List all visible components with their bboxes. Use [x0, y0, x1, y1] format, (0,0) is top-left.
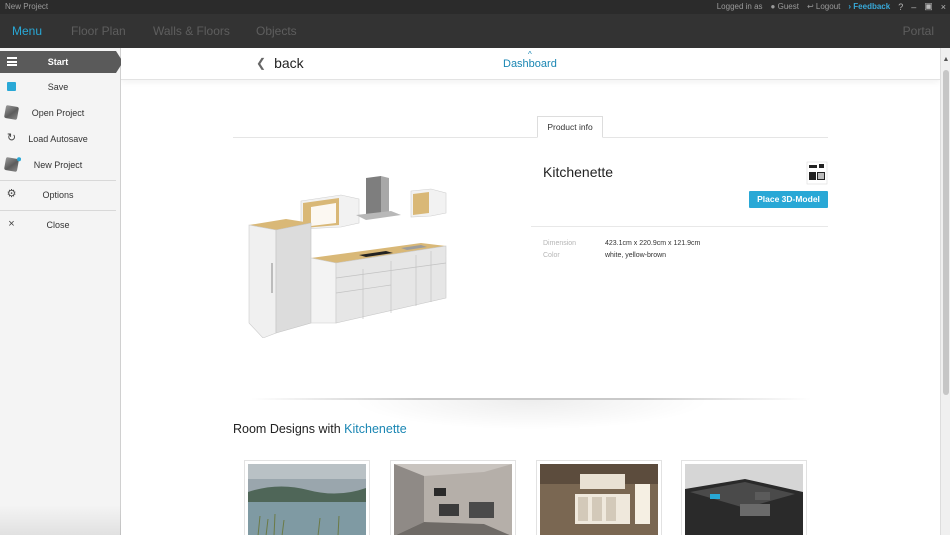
- room-design-thumbnail[interactable]: [390, 460, 516, 535]
- view-mode-icon[interactable]: [806, 161, 828, 185]
- kitchen-render-image: [540, 464, 658, 535]
- top-nav: Menu Floor Plan Walls & Floors Objects P…: [0, 14, 950, 48]
- sidebar-item-load-autosave[interactable]: ↻ Load Autosave: [0, 128, 116, 150]
- room-render-image: [394, 464, 512, 535]
- spec-label-dimension: Dimension: [543, 240, 577, 247]
- chevron-left-icon: ❮: [256, 56, 267, 70]
- logout-icon: ↩: [806, 2, 814, 11]
- logout-link[interactable]: ↩ Logout: [807, 2, 840, 11]
- sidebar-item-label: Options: [42, 190, 74, 200]
- sidebar-item-options[interactable]: ⚙ Options: [0, 184, 116, 206]
- scrollbar-thumb[interactable]: [943, 70, 949, 395]
- content-header: ❮ back ^ Dashboard: [121, 48, 940, 80]
- vertical-scrollbar[interactable]: ▲: [940, 48, 950, 535]
- sidebar-start-label: Start: [47, 57, 69, 67]
- sidebar-item-close[interactable]: × Close: [0, 214, 116, 236]
- user-account[interactable]: ● Guest: [771, 2, 799, 11]
- tab-product-info[interactable]: Product info: [537, 116, 603, 138]
- help-button[interactable]: ?: [898, 2, 903, 12]
- tab-walls-floors[interactable]: Walls & Floors: [153, 24, 230, 38]
- title-bar: New Project Logged in as ● Guest ↩ Logou…: [0, 0, 950, 14]
- sidebar-item-save[interactable]: Save: [0, 76, 116, 98]
- dashboard-link[interactable]: ^ Dashboard: [503, 50, 557, 70]
- sidebar: Start Save Open Project ↻ Load Autosave …: [0, 48, 123, 535]
- chevron-up-icon: ^: [528, 50, 532, 59]
- sidebar-item-label: New Project: [33, 160, 83, 170]
- tab-menu[interactable]: Menu: [12, 24, 42, 38]
- tab-underline: [233, 137, 828, 138]
- product-image: [248, 176, 447, 338]
- spec-label-color: Color: [543, 252, 560, 259]
- chevron-right-icon: ›: [848, 2, 852, 11]
- sidebar-divider: [0, 210, 116, 211]
- tab-floor-plan[interactable]: Floor Plan: [71, 24, 126, 38]
- minimize-button[interactable]: –: [911, 2, 916, 12]
- app-title: New Project: [5, 2, 49, 11]
- room-design-thumbnail[interactable]: [244, 460, 370, 535]
- back-button[interactable]: ❮ back: [256, 55, 304, 71]
- room-designs-heading: Room Designs with Kitchenette: [233, 422, 407, 436]
- title-bar-controls: Logged in as ● Guest ↩ Logout › Feedback…: [717, 1, 946, 12]
- spec-value-dimension: 423.1cm x 220.9cm x 121.9cm: [605, 240, 701, 247]
- sidebar-item-label: Close: [46, 220, 70, 230]
- window-close-button[interactable]: ×: [941, 2, 946, 12]
- sidebar-item-open-project[interactable]: Open Project: [0, 102, 116, 124]
- sidebar-start[interactable]: Start: [0, 51, 123, 73]
- tab-objects[interactable]: Objects: [256, 24, 297, 38]
- room-design-thumbnail[interactable]: [536, 460, 662, 535]
- user-name: Guest: [777, 2, 799, 11]
- sidebar-shade: [0, 505, 121, 535]
- scroll-up-icon[interactable]: ▲: [942, 56, 950, 63]
- lake-landscape-image: [248, 464, 366, 535]
- dashboard-label: Dashboard: [503, 58, 557, 70]
- feedback-label: Feedback: [853, 2, 891, 11]
- product-name: Kitchenette: [543, 164, 614, 180]
- main-content: ❮ back ^ Dashboard Product info Kitchene…: [121, 48, 940, 535]
- sidebar-item-label: Load Autosave: [28, 134, 88, 144]
- info-divider: [531, 226, 828, 227]
- restore-button[interactable]: ▣: [924, 1, 933, 12]
- feedback-link[interactable]: › Feedback: [848, 2, 890, 11]
- logout-label: Logout: [815, 2, 841, 11]
- room-design-thumbnail[interactable]: [681, 460, 807, 535]
- sidebar-item-label: Save: [47, 82, 69, 92]
- logged-in-label: Logged in as: [716, 2, 763, 11]
- room-designs-accent[interactable]: Kitchenette: [344, 422, 407, 436]
- back-label: back: [274, 55, 304, 71]
- spec-value-color: white, yellow-brown: [605, 252, 667, 259]
- user-icon: ●: [770, 2, 776, 11]
- portal-link[interactable]: Portal: [903, 24, 934, 38]
- sidebar-item-label: Open Project: [31, 108, 85, 118]
- place-3d-model-button[interactable]: Place 3D-Model: [749, 191, 828, 208]
- sidebar-divider: [0, 180, 116, 181]
- sidebar-item-new-project[interactable]: New Project: [0, 154, 116, 176]
- room-designs-prefix: Room Designs with: [233, 422, 341, 436]
- living-room-render-image: [685, 464, 803, 535]
